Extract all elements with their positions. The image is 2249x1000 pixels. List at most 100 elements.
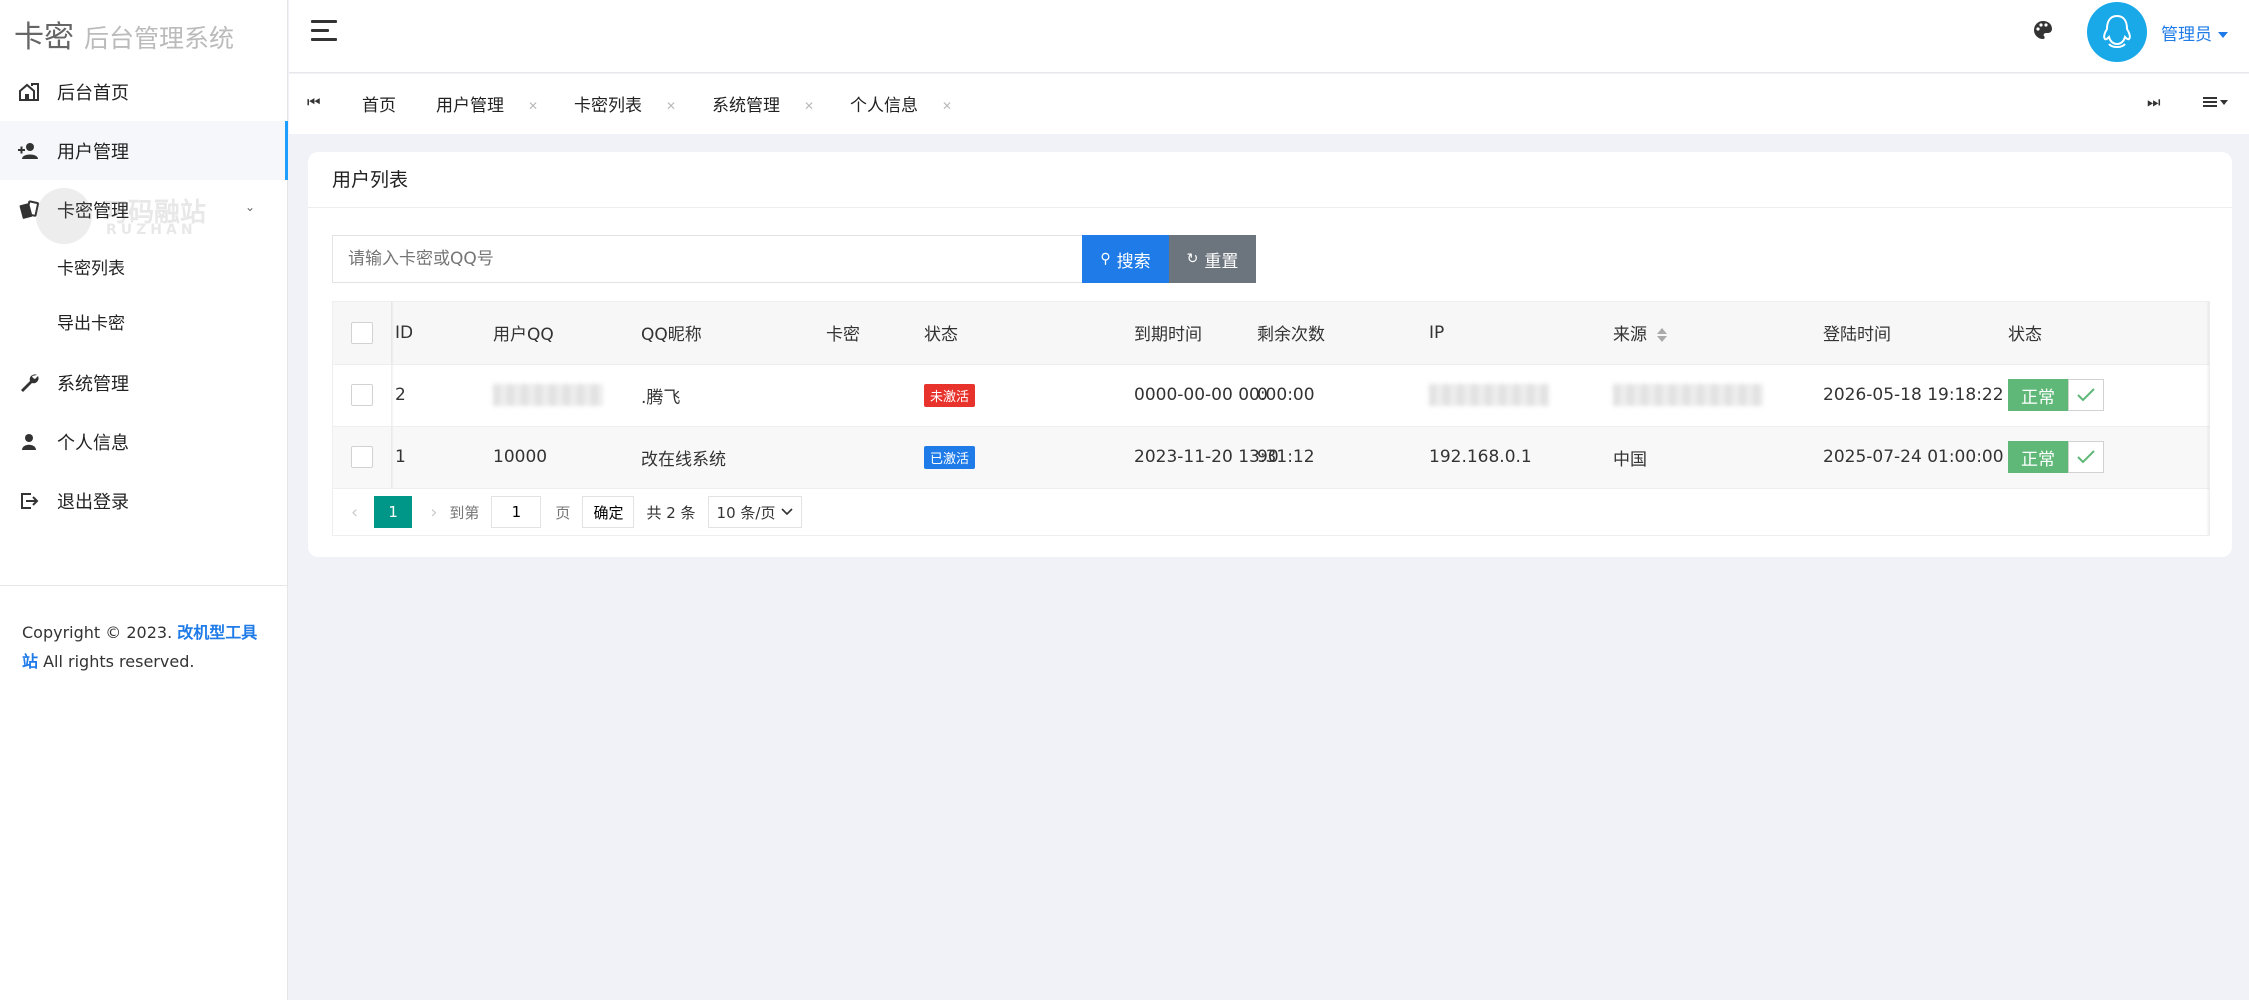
- column-header-source[interactable]: 来源: [1613, 302, 1823, 365]
- logout-icon: [16, 490, 42, 512]
- cell-switch: 正常: [2008, 364, 2209, 427]
- page-current[interactable]: 1: [374, 496, 413, 528]
- row-checkbox[interactable]: [351, 384, 373, 406]
- cell-card: [826, 426, 924, 489]
- sidebar-item-logout[interactable]: 退出登录: [0, 471, 287, 530]
- cell-source: 中国: [1613, 426, 1823, 489]
- cell-qq: 10000: [493, 426, 641, 489]
- cell-switch: 正常: [2008, 426, 2209, 489]
- palette-icon[interactable]: [2032, 19, 2054, 41]
- sidebar-subitem-export-cards[interactable]: 导出卡密: [0, 294, 287, 349]
- redacted-ip: [1429, 384, 1549, 406]
- copyright-suffix: All rights reserved.: [43, 652, 195, 671]
- avatar[interactable]: [2087, 2, 2147, 62]
- redacted-source: [1613, 384, 1763, 406]
- sidebar-item-label: 退出登录: [57, 491, 129, 513]
- column-header: 到期时间: [1134, 302, 1257, 365]
- watermark-logo: [36, 188, 92, 244]
- column-header: IP: [1429, 302, 1613, 365]
- sidebar-subitem-card-list[interactable]: 卡密列表: [0, 239, 287, 294]
- watermark-sub: RUZHAN: [106, 222, 197, 238]
- user-menu[interactable]: 管理员: [2161, 20, 2228, 45]
- username-label: 管理员: [2161, 25, 2212, 45]
- tab-home[interactable]: 首页: [362, 91, 396, 117]
- tab-profile[interactable]: 个人信息 ✕: [850, 91, 952, 117]
- table-row: 1 10000 改在线系统 已激活 2023-11-20 13:31:12 90…: [333, 426, 2209, 489]
- tab-label: 用户管理: [436, 96, 504, 116]
- tab-user-management[interactable]: 用户管理 ✕: [436, 91, 538, 117]
- logo-brand: 卡密: [14, 20, 74, 55]
- column-header-label: 来源: [1613, 325, 1647, 346]
- tab-system-management[interactable]: 系统管理 ✕: [712, 91, 814, 117]
- cell-card: [826, 364, 924, 427]
- sidebar-divider: [0, 585, 287, 586]
- status-badge: 已激活: [924, 445, 976, 469]
- caret-down-icon: [2220, 99, 2228, 105]
- cell-id: 2: [395, 364, 493, 427]
- next-page-icon[interactable]: ›: [430, 502, 437, 523]
- sidebar-subitem-label: 导出卡密: [57, 314, 125, 334]
- search-input[interactable]: [332, 235, 1084, 283]
- tab-label: 首页: [362, 96, 396, 116]
- cell-qq: [493, 364, 641, 427]
- page-size-select[interactable]: 10 条/页: [707, 496, 803, 528]
- redacted-qq: [493, 384, 603, 406]
- card-title: 用户列表: [308, 152, 2232, 208]
- page-unit-label: 页: [555, 503, 571, 522]
- sidebar-item-profile[interactable]: 个人信息: [0, 412, 287, 471]
- page-size-label: 10 条/页: [716, 503, 776, 522]
- column-header: ID: [395, 302, 493, 365]
- tabs-menu[interactable]: [2203, 96, 2228, 108]
- goto-label: 到第: [449, 503, 480, 522]
- cell-id: 1: [395, 426, 493, 489]
- cell-login: 2025-07-24 01:00:00: [1823, 426, 2008, 489]
- row-checkbox[interactable]: [351, 446, 373, 468]
- select-all-checkbox[interactable]: [351, 321, 373, 344]
- status-toggle[interactable]: 正常: [2008, 441, 2104, 473]
- total-count: 共 2 条: [646, 503, 696, 522]
- tab-scroll-left-icon[interactable]: ⏮: [307, 93, 321, 111]
- search-icon: ⚲: [1100, 251, 1111, 267]
- column-header: 卡密: [826, 302, 924, 365]
- tab-label: 个人信息: [850, 96, 918, 116]
- sidebar-subitem-label: 卡密列表: [57, 259, 125, 279]
- tab-close-icon[interactable]: ✕: [666, 99, 676, 113]
- toggle-label: 正常: [2008, 379, 2068, 411]
- sidebar-item-label: 个人信息: [57, 432, 129, 454]
- cell-login: 2026-05-18 19:18:22: [1823, 364, 2008, 427]
- cell-expire: 2023-11-20 13:31:12: [1134, 426, 1315, 489]
- tab-label: 系统管理: [712, 96, 780, 116]
- sidebar-item-system[interactable]: 系统管理: [0, 353, 287, 412]
- row-select-cell: [333, 426, 395, 489]
- tab-close-icon[interactable]: ✕: [804, 99, 814, 113]
- user-plus-icon: [16, 140, 42, 162]
- tab-card-list[interactable]: 卡密列表 ✕: [574, 91, 676, 117]
- sidebar-item-home[interactable]: 后台首页: [0, 62, 287, 121]
- top-header: 管理员: [289, 0, 2249, 73]
- reset-button[interactable]: ↻ 重置: [1169, 235, 1256, 283]
- home-icon: [16, 81, 42, 103]
- logo-subtitle: 后台管理系统: [84, 24, 235, 53]
- menu-toggle-icon[interactable]: [311, 20, 339, 42]
- tab-label: 卡密列表: [574, 96, 642, 116]
- column-header: 剩余次数: [1257, 302, 1429, 365]
- goto-confirm-button[interactable]: 确定: [582, 496, 635, 528]
- status-badge: 未激活: [924, 383, 976, 407]
- goto-page-input[interactable]: [491, 496, 542, 528]
- user-table: ID 用户QQ QQ昵称 卡密 状态 到期时间 剩余次数 IP 来源 登陆时间 …: [332, 301, 2210, 536]
- search-button[interactable]: ⚲ 搜索: [1082, 235, 1169, 283]
- sidebar-item-users[interactable]: 用户管理: [0, 121, 288, 180]
- sort-icon[interactable]: [1657, 328, 1667, 343]
- toggle-label: 正常: [2008, 441, 2068, 473]
- pagination: ‹ 1 › 到第 页 确定 共 2 条 10 条/页: [333, 488, 2209, 535]
- tab-close-icon[interactable]: ✕: [528, 99, 538, 113]
- cell-ip: [1429, 364, 1613, 427]
- row-select-cell: [333, 364, 395, 427]
- caret-down-icon: [2218, 32, 2228, 38]
- tab-scroll-right-icon[interactable]: ⏭: [2147, 93, 2161, 111]
- tab-close-icon[interactable]: ✕: [942, 99, 952, 113]
- status-toggle[interactable]: 正常: [2008, 379, 2104, 411]
- prev-page-icon[interactable]: ‹: [351, 502, 358, 523]
- logo: 卡密 后台管理系统: [0, 0, 287, 62]
- user-list-card: 用户列表 ⚲ 搜索 ↻ 重置 ID 用户QQ QQ昵称 卡密 状态 到期时间: [308, 152, 2232, 557]
